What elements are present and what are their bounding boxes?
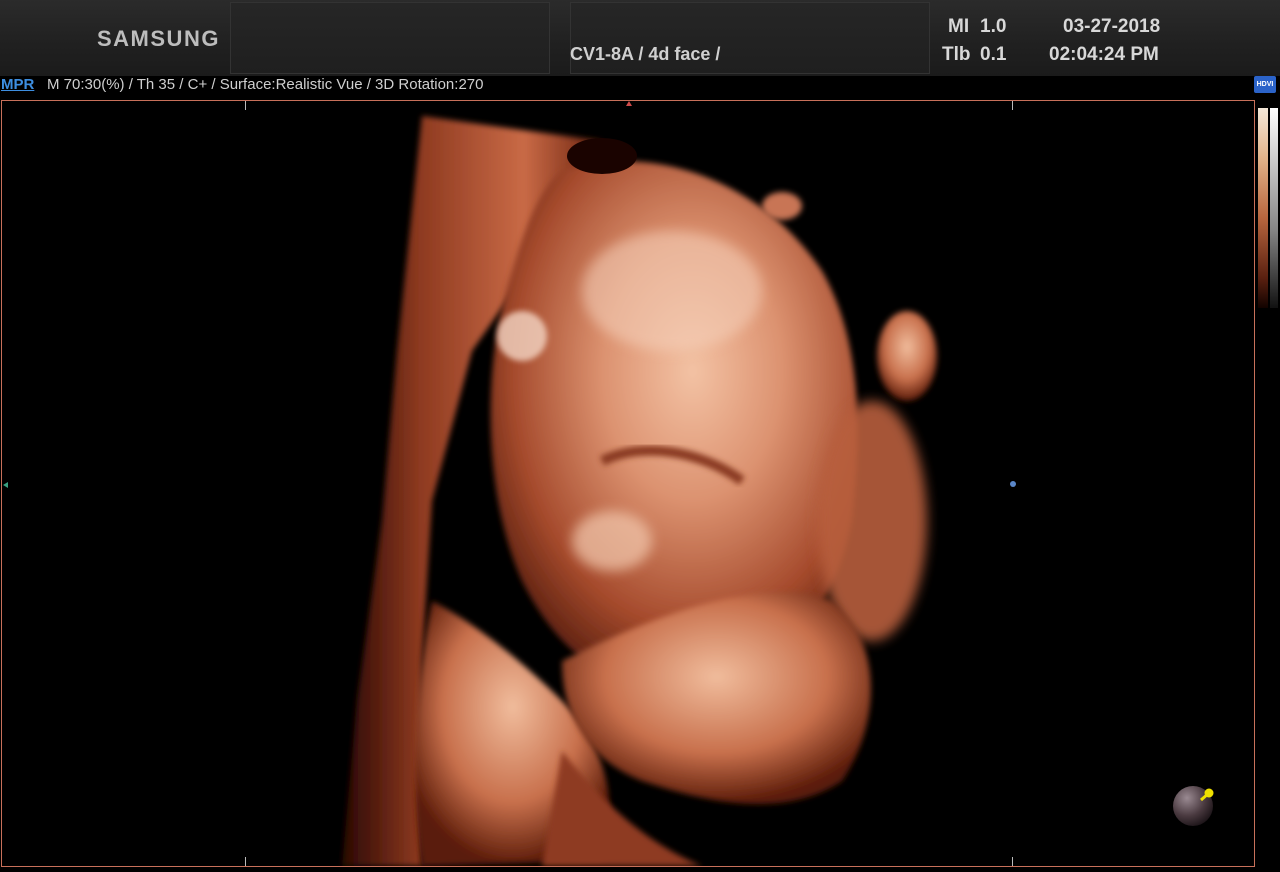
- tib-label: Tlb: [942, 44, 971, 65]
- top-header-bar: SAMSUNG CV1-8A / 4d face / MI 1.0 Tlb 0.…: [0, 0, 1280, 76]
- mi-label: MI: [948, 16, 970, 37]
- gray-map-bar: [1270, 108, 1278, 308]
- hdvi-badge[interactable]: HDVI: [1254, 76, 1276, 93]
- frame-corner-tick: [1012, 857, 1013, 866]
- fetal-3d-render: [342, 116, 937, 866]
- imaging-parameters: M 70:30(%) / Th 35 / C+ / Surface:Realis…: [47, 76, 484, 93]
- probe-preset-label: CV1-8A / 4d face /: [570, 44, 721, 64]
- mpr-mode-tab[interactable]: MPR: [1, 76, 34, 93]
- triangle-up-marker-icon: [626, 101, 632, 106]
- exam-date: 03-27-2018: [1063, 16, 1161, 37]
- frame-corner-tick: [245, 857, 246, 866]
- exam-time: 02:04:24 PM: [1049, 44, 1159, 65]
- mi-value: 1.0: [980, 16, 1007, 37]
- triangle-left-marker-icon: [3, 482, 8, 488]
- orientation-sphere-icon[interactable]: [1171, 782, 1215, 826]
- frame-corner-tick: [1012, 101, 1013, 110]
- brand-logo: SAMSUNG: [97, 26, 220, 51]
- frame-corner-tick: [245, 101, 246, 110]
- render-viewport[interactable]: [1, 100, 1255, 867]
- dot-marker-icon: [1010, 481, 1016, 487]
- tib-value: 0.1: [980, 44, 1007, 65]
- patient-info-panel[interactable]: [230, 2, 550, 74]
- color-map-bar: [1258, 108, 1268, 308]
